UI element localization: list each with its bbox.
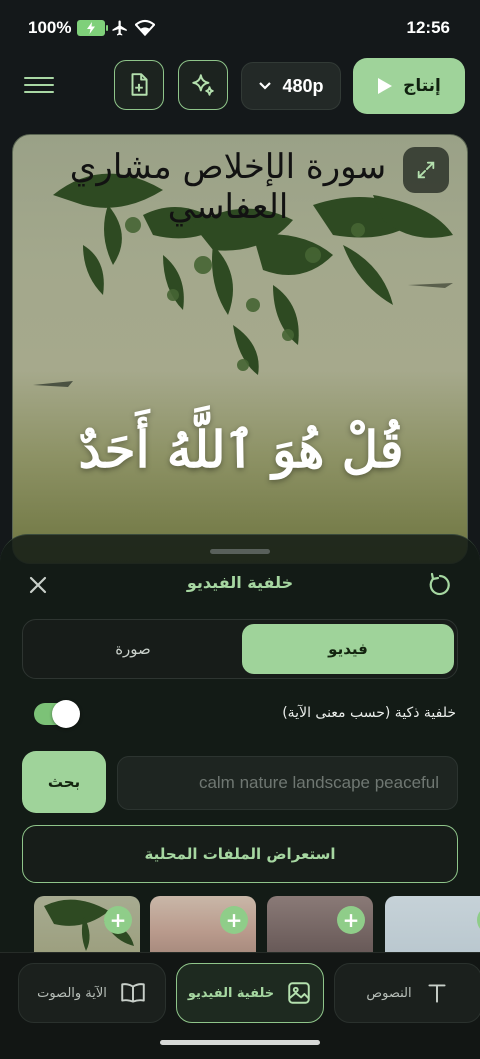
smart-background-label: خلفية ذكية (حسب معنى الآية) [282, 705, 456, 721]
expand-icon [417, 161, 435, 179]
wifi-icon [135, 19, 156, 37]
source-tabs: صورة فيديو [22, 619, 458, 679]
add-thumbnail-icon[interactable]: + [220, 906, 248, 934]
video-preview[interactable]: سورة الإخلاص مشاري العفاسي قُلْ هُوَ ٱلل… [12, 134, 468, 564]
menu-icon[interactable] [24, 72, 54, 100]
tab-video[interactable]: فيديو [242, 624, 454, 674]
play-icon [378, 78, 393, 94]
surah-caption: سورة الإخلاص مشاري العفاسي [69, 147, 387, 227]
home-indicator[interactable] [160, 1040, 320, 1045]
top-toolbar: 480p إنتاج [0, 58, 480, 114]
nav-item-ayah-audio[interactable]: الآية والصوت [18, 963, 166, 1023]
airplane-icon [112, 20, 128, 36]
ai-sparkle-button[interactable] [178, 60, 228, 110]
browse-local-files-button[interactable]: استعراض الملفات المحلية [22, 825, 458, 883]
sheet-drag-handle[interactable] [210, 549, 270, 554]
export-label: إنتاج [403, 76, 441, 96]
new-file-icon [131, 73, 148, 96]
export-button[interactable]: إنتاج [353, 58, 465, 114]
chevron-down-icon [259, 82, 272, 90]
resolution-value: 480p [282, 75, 324, 96]
battery-charging-icon [77, 20, 109, 36]
fullscreen-button[interactable] [403, 147, 449, 193]
nav-label: خلفية الفيديو [187, 985, 275, 1001]
sheet-title: خلفية الفيديو [186, 573, 294, 592]
nav-label: النصوص [366, 985, 412, 1001]
add-thumbnail-icon[interactable]: + [104, 906, 132, 934]
search-input[interactable] [117, 756, 458, 810]
ayah-text: قُلْ هُوَ ٱللَّهُ أَحَدٌ [78, 420, 404, 479]
nav-label: الآية والصوت [37, 985, 107, 1001]
search-button[interactable]: بحث [22, 751, 106, 813]
clock: 12:56 [406, 18, 450, 37]
image-icon [288, 982, 310, 1004]
nav-item-texts[interactable]: النصوص [334, 963, 480, 1023]
sparkle-icon [192, 74, 214, 96]
reset-icon[interactable] [426, 571, 454, 599]
book-icon [121, 983, 145, 1003]
video-background-sheet: خلفية الفيديو صورة فيديو خلفية ذكية (حسب… [0, 534, 480, 966]
new-file-button[interactable] [114, 60, 164, 110]
battery-percent: 100% [28, 18, 72, 37]
tab-image[interactable]: صورة [27, 624, 239, 674]
nav-item-video-background[interactable]: خلفية الفيديو [176, 963, 324, 1023]
text-icon [428, 984, 446, 1003]
add-thumbnail-icon[interactable]: + [337, 906, 365, 934]
smart-background-toggle[interactable] [34, 700, 80, 728]
resolution-select[interactable]: 480p [241, 62, 341, 110]
status-left: 100% [28, 18, 156, 38]
status-bar: 100% 12:56 [0, 0, 480, 56]
